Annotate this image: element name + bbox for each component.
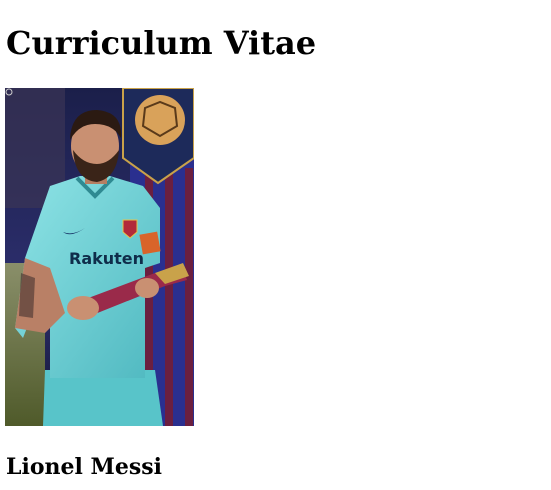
photo-sponsor: Rakuten <box>69 249 144 268</box>
page-title: Curriculum Vitae <box>6 24 317 62</box>
photo-stripe-red-3 <box>185 168 193 426</box>
photo-hand-right <box>135 278 159 298</box>
person-name: Lionel Messi <box>6 454 162 480</box>
photo-arm-tattoo <box>19 273 35 318</box>
photo-stripe-red-2 <box>165 168 173 426</box>
profile-photo: Rakuten <box>5 88 194 426</box>
photo-hand-left <box>67 296 99 320</box>
photo-shorts <box>43 370 163 426</box>
